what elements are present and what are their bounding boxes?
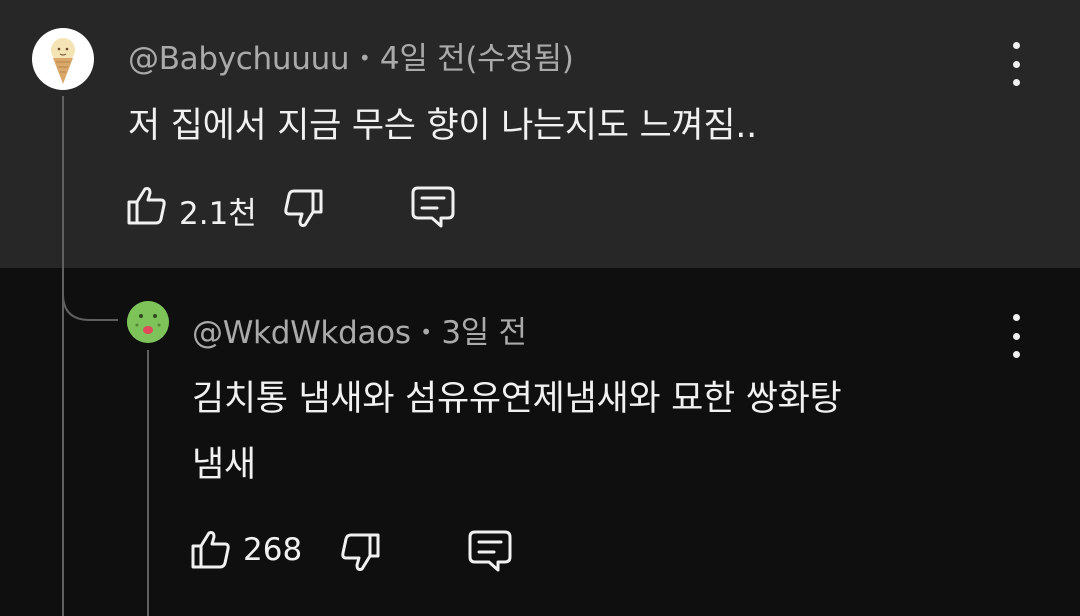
reply-comment-icon[interactable]: [467, 529, 513, 573]
thumbs-down-icon[interactable]: [339, 532, 381, 574]
more-vertical-icon: [1012, 314, 1020, 321]
author-name[interactable]: @Babychuuuu: [128, 41, 350, 77]
thread-line-reply: [147, 350, 149, 616]
comment-meta: @Babychuuuu • 4일 전(수정됨): [128, 33, 574, 78]
reply-comment-icon[interactable]: [410, 185, 456, 229]
like-count: 268: [243, 532, 303, 568]
green-character-icon: [127, 301, 169, 343]
comment-text: 저 집에서 지금 무슨 향이 나는지도 느껴짐..: [128, 106, 757, 146]
thumbs-up-icon[interactable]: [190, 528, 232, 570]
comment-meta: @WkdWkdaos • 3일 전: [192, 307, 527, 352]
avatar[interactable]: [127, 301, 169, 343]
thread-line-main: [62, 96, 64, 616]
thread-connector: [62, 270, 118, 321]
avatar[interactable]: [32, 28, 94, 90]
author-name[interactable]: @WkdWkdaos: [192, 315, 411, 351]
meta-separator: •: [358, 46, 371, 70]
thumbs-up-icon[interactable]: [126, 184, 168, 226]
ice-cream-icon: [51, 38, 75, 84]
like-count: 2.1천: [179, 196, 257, 232]
more-options-button[interactable]: [1001, 314, 1031, 358]
more-vertical-icon: [1012, 42, 1020, 49]
comment-time: 4일 전(수정됨): [379, 41, 574, 77]
comment-time: 3일 전: [441, 315, 527, 351]
thumbs-down-icon[interactable]: [282, 188, 324, 230]
comment-text-line-1: 김치통 냄새와 섬유유연제냄새와 묘한 쌍화탕: [192, 379, 842, 419]
comment-text-line-2: 냄새: [192, 445, 256, 485]
more-options-button[interactable]: [1001, 42, 1031, 86]
meta-separator: •: [420, 320, 432, 344]
